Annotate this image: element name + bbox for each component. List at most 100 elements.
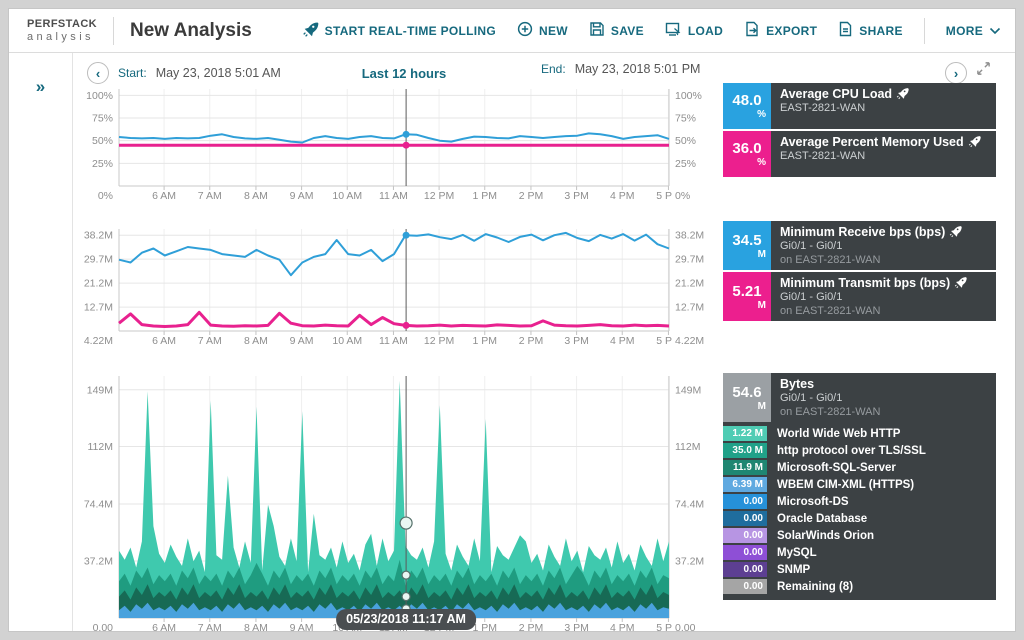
metric-value-chip: 5.21M — [723, 272, 771, 321]
svg-text:38.2M: 38.2M — [675, 230, 704, 242]
metric-legend-row[interactable]: 48.0%Average CPU LoadEAST-2821-WAN — [723, 83, 996, 129]
crosshair-line[interactable] — [403, 89, 410, 186]
more-button[interactable]: MORE — [946, 24, 1001, 38]
metric-node: on EAST-2821-WAN — [780, 254, 990, 267]
svg-text:12.7M: 12.7M — [675, 302, 704, 314]
svg-text:21.2M: 21.2M — [84, 278, 113, 290]
line-series — [119, 233, 669, 275]
save-button[interactable]: SAVE — [589, 21, 644, 40]
application-label: WBEM CIM-XML (HTTPS) — [767, 479, 914, 491]
metric-legend-row[interactable]: 54.6MBytesGi0/1 - Gi0/1on EAST-2821-WAN — [723, 373, 996, 422]
start-polling-button[interactable]: START REAL-TIME POLLING — [302, 21, 496, 41]
svg-text:74.4M: 74.4M — [84, 499, 113, 511]
application-legend-item[interactable]: 6.39 MWBEM CIM-XML (HTTPS) — [723, 476, 996, 493]
svg-text:2 PM: 2 PM — [519, 190, 544, 202]
svg-text:12 PM: 12 PM — [424, 190, 454, 202]
chart-cpu-memory-percent[interactable]: 6 AM7 AM8 AM9 AM10 AM11 AM12 PM1 PM2 PM3… — [73, 81, 715, 213]
svg-text:38.2M: 38.2M — [84, 230, 113, 242]
load-button[interactable]: LOAD — [665, 21, 723, 40]
svg-text:6 AM: 6 AM — [152, 622, 176, 632]
application-value-chip: 6.39 M — [723, 477, 767, 492]
application-label: http protocol over TLS/SSL — [767, 445, 926, 457]
svg-text:112M: 112M — [675, 441, 701, 453]
svg-text:7 AM: 7 AM — [198, 335, 222, 347]
application-legend-item[interactable]: 0.00SNMP — [723, 561, 996, 578]
logo-line-1: PERFSTACK — [27, 18, 97, 31]
metric-legend-row[interactable]: 36.0%Average Percent Memory UsedEAST-282… — [723, 131, 996, 177]
legend-group: 48.0%Average CPU LoadEAST-2821-WAN36.0%A… — [723, 83, 996, 179]
start-datetime[interactable]: May 23, 2018 5:01 AM — [156, 66, 281, 80]
legend-group: 34.5MMinimum Receive bps (bps)Gi0/1 - Gi… — [723, 221, 996, 323]
share-button[interactable]: SHARE — [838, 21, 903, 40]
svg-text:7 AM: 7 AM — [198, 622, 222, 632]
application-legend-item[interactable]: 1.22 MWorld Wide Web HTTP — [723, 425, 996, 442]
svg-text:7 AM: 7 AM — [198, 190, 222, 202]
realtime-rocket-icon — [945, 225, 962, 239]
analysis-workspace: ‹ Start: May 23, 2018 5:01 AM Last 12 ho… — [73, 53, 1015, 631]
metric-object: Gi0/1 - Gi0/1 — [780, 291, 990, 304]
metric-legend-row[interactable]: 5.21MMinimum Transmit bps (bps)Gi0/1 - G… — [723, 272, 996, 321]
svg-text:1 PM: 1 PM — [472, 622, 497, 632]
svg-text:29.7M: 29.7M — [84, 254, 113, 266]
application-legend-item[interactable]: 0.00Remaining (8) — [723, 578, 996, 595]
end-datetime[interactable]: May 23, 2018 5:01 PM — [575, 62, 701, 76]
application-legend-item[interactable]: 0.00Oracle Database — [723, 510, 996, 527]
application-label: Microsoft-DS — [767, 496, 849, 508]
application-value-chip: 0.00 — [723, 545, 767, 560]
bytes-legend-group: 54.6MBytesGi0/1 - Gi0/1on EAST-2821-WAN 1… — [723, 373, 996, 600]
perfstack-logo[interactable]: PERFSTACK analysis — [27, 18, 97, 43]
share-label: SHARE — [859, 24, 903, 38]
chart-interface-bps[interactable]: 6 AM7 AM8 AM9 AM10 AM11 AM12 PM1 PM2 PM3… — [73, 219, 715, 357]
timebar-end: End: May 23, 2018 5:01 PM — [541, 62, 700, 76]
application-label: Oracle Database — [767, 513, 867, 525]
crosshair-line[interactable] — [403, 229, 410, 331]
application-label: MySQL — [767, 547, 817, 559]
more-label: MORE — [946, 24, 983, 38]
application-legend-item[interactable]: 0.00SolarWinds Orion — [723, 527, 996, 544]
chart-bytes-by-application[interactable]: 6 AM7 AM8 AM9 AM10 AM11 AM12 PM1 PM2 PM3… — [73, 369, 715, 632]
metric-legend-row[interactable]: 34.5MMinimum Receive bps (bps)Gi0/1 - Gi… — [723, 221, 996, 270]
svg-text:2 PM: 2 PM — [519, 335, 544, 347]
app-header: PERFSTACK analysis New Analysis START RE… — [9, 9, 1015, 53]
sidebar-rail: » — [9, 53, 73, 631]
svg-text:149M: 149M — [87, 384, 113, 396]
new-button[interactable]: NEW — [517, 21, 568, 40]
metric-object: Gi0/1 - Gi0/1 — [780, 240, 990, 253]
time-range-label[interactable]: Last 12 hours — [319, 66, 489, 81]
svg-text:0%: 0% — [675, 190, 690, 202]
metric-unit: M — [723, 249, 771, 260]
application-value-chip: 35.0 M — [723, 443, 767, 458]
expand-sidebar-button[interactable]: » — [36, 77, 45, 97]
application-label: SNMP — [767, 564, 810, 576]
svg-text:25%: 25% — [675, 158, 696, 170]
svg-text:3 PM: 3 PM — [564, 190, 589, 202]
svg-text:21.2M: 21.2M — [675, 278, 704, 290]
application-legend-item[interactable]: 0.00Microsoft-DS — [723, 493, 996, 510]
svg-text:11 AM: 11 AM — [379, 190, 408, 202]
end-label: End: — [541, 62, 566, 76]
application-legend-item[interactable]: 11.9 MMicrosoft-SQL-Server — [723, 459, 996, 476]
page-title: New Analysis — [130, 20, 252, 42]
metric-value-chip: 48.0% — [723, 83, 771, 129]
load-icon — [665, 21, 682, 40]
metric-node: on EAST-2821-WAN — [780, 305, 990, 318]
save-label: SAVE — [611, 24, 644, 38]
svg-text:4 PM: 4 PM — [610, 190, 635, 202]
application-legend-item[interactable]: 35.0 Mhttp protocol over TLS/SSL — [723, 442, 996, 459]
y-gridlines: 4.22M4.22M12.7M12.7M21.2M21.2M29.7M29.7M… — [84, 230, 704, 347]
fullscreen-expand-icon[interactable] — [976, 61, 991, 79]
metric-value: 5.21 — [723, 283, 771, 300]
share-icon — [838, 21, 853, 40]
series-layer — [119, 133, 669, 145]
svg-text:9 AM: 9 AM — [290, 335, 314, 347]
application-label: World Wide Web HTTP — [767, 428, 900, 440]
series-layer — [119, 233, 669, 327]
shift-later-button[interactable]: › — [945, 62, 967, 84]
application-legend-item[interactable]: 0.00MySQL — [723, 544, 996, 561]
svg-text:100%: 100% — [86, 90, 113, 102]
metric-unit: M — [723, 300, 771, 311]
svg-text:6 AM: 6 AM — [152, 335, 176, 347]
export-button[interactable]: EXPORT — [744, 21, 817, 40]
svg-text:6 AM: 6 AM — [152, 190, 176, 202]
svg-text:37.2M: 37.2M — [675, 556, 704, 568]
